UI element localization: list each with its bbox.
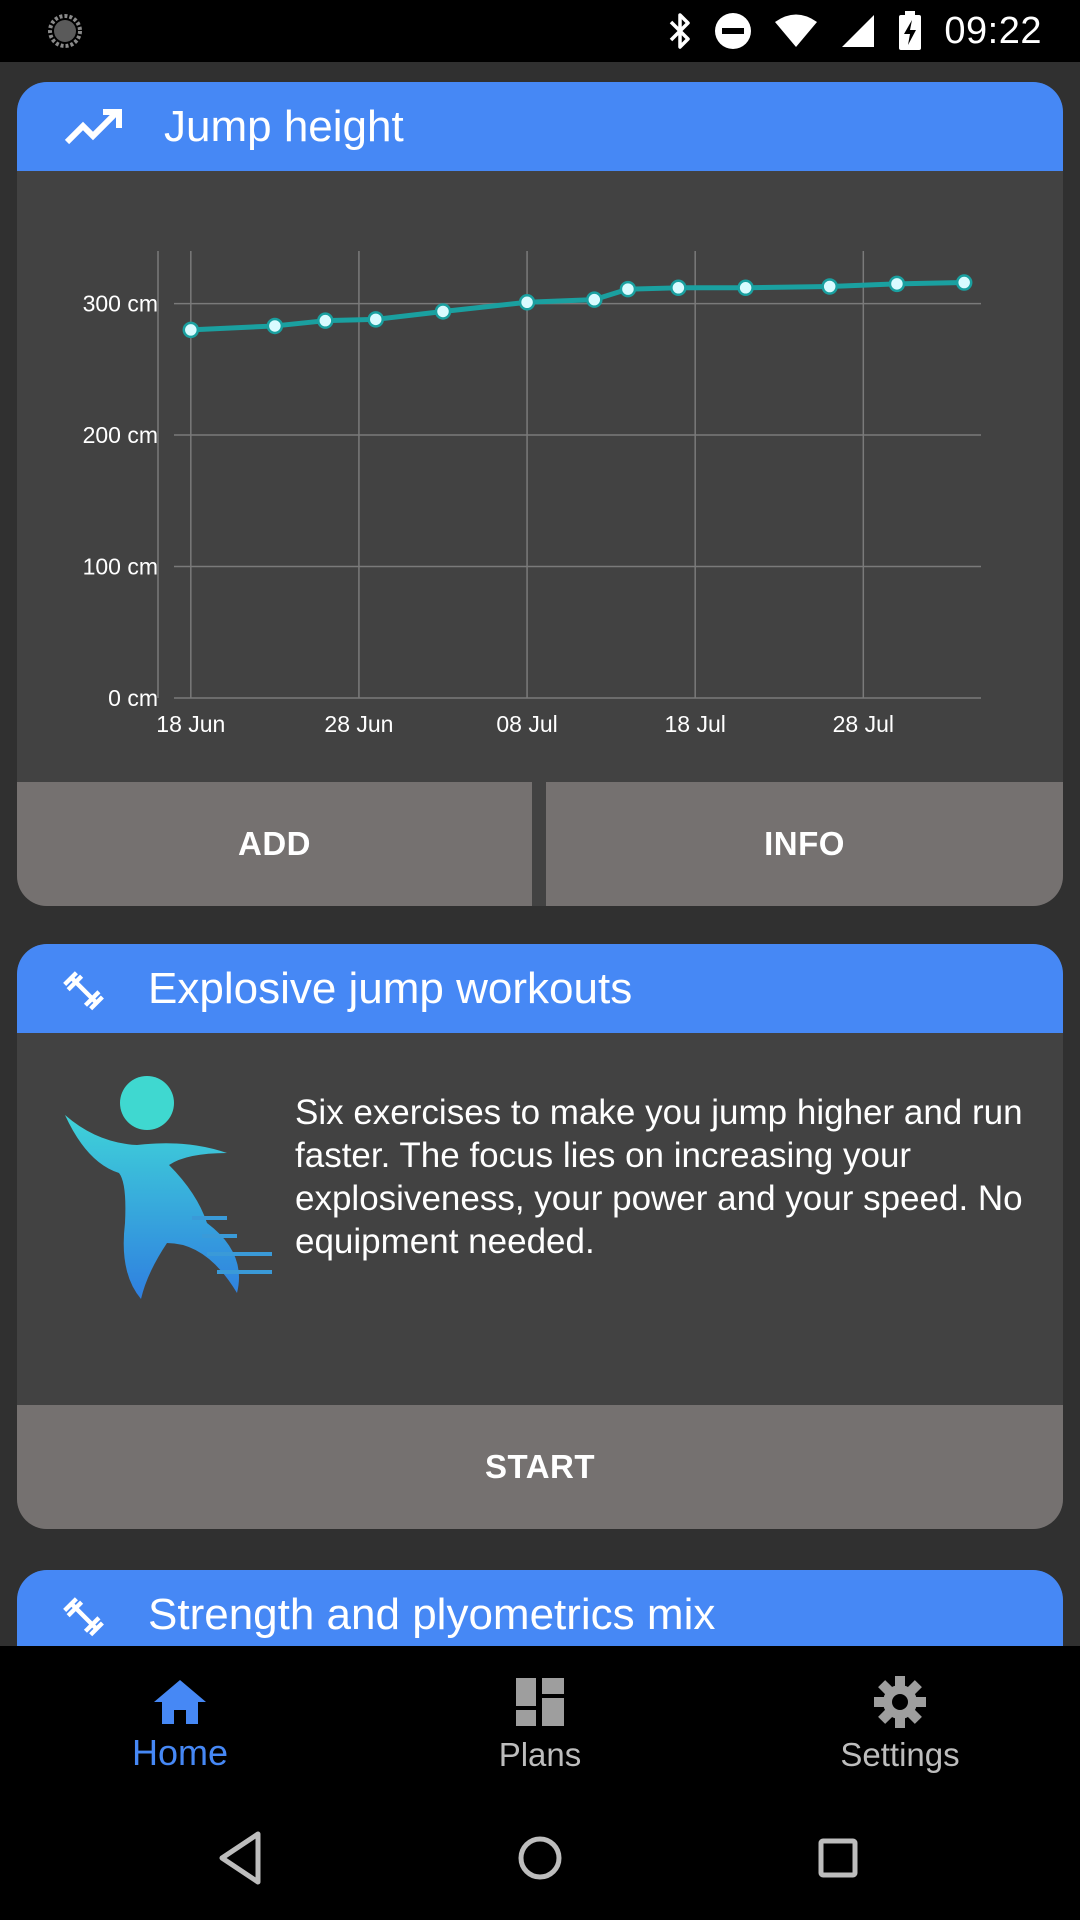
system-navigation-bar	[0, 1796, 1080, 1920]
data-point	[266, 317, 284, 335]
status-time: 09:22	[944, 9, 1042, 52]
jump-height-chart: 0 cm 100 cm 200 cm 300 cm 18 Jun 28 Jun 08 Jul…	[17, 171, 1063, 782]
data-point	[434, 303, 452, 320]
x-tick-label: 28 Jun	[324, 711, 393, 737]
start-button[interactable]: START	[17, 1405, 1063, 1529]
nav-home[interactable]: Home	[0, 1646, 360, 1796]
bluetooth-icon	[670, 13, 691, 49]
x-tick-label: 18 Jul	[665, 711, 726, 737]
x-tick-label: 08 Jul	[496, 711, 557, 737]
nav-settings-label: Settings	[840, 1736, 960, 1773]
workout-description: Six exercises to make you jump higher an…	[295, 1093, 1023, 1261]
strength-plyometrics-card[interactable]: Strength and plyometrics mix	[17, 1570, 1063, 1646]
strength-plyometrics-header: Strength and plyometrics mix	[17, 1570, 1063, 1646]
y-tick-label: 200 cm	[83, 422, 158, 448]
signal-icon	[842, 15, 875, 47]
y-tick-label: 300 cm	[83, 291, 158, 317]
home-icon	[154, 1680, 206, 1724]
sync-spinner-icon	[48, 14, 82, 48]
explosive-workout-title: Explosive jump workouts	[148, 963, 633, 1013]
back-icon[interactable]	[210, 1826, 274, 1890]
trending-up-icon	[64, 109, 122, 145]
info-button[interactable]: INFO	[546, 782, 1063, 906]
y-tick-label: 0 cm	[108, 685, 158, 711]
dashboard-icon	[516, 1678, 564, 1726]
battery-charging-icon	[899, 11, 922, 50]
status-icons: 09:22	[668, 0, 1042, 62]
workout-body: Six exercises to make you jump higher an…	[17, 1033, 1063, 1457]
nav-settings[interactable]: Settings	[720, 1646, 1080, 1796]
data-point	[821, 278, 838, 295]
explosive-workout-card: Explosive jump workouts Six exercises to…	[17, 944, 1063, 1529]
y-tick-label: 100 cm	[83, 554, 158, 580]
status-bar: 09:22	[0, 0, 1080, 62]
data-point	[619, 280, 637, 298]
recents-icon[interactable]	[806, 1826, 870, 1890]
home-feed[interactable]: Jump height 0 cm 100 cm 200 cm 300 cm 18 Jun…	[0, 62, 1080, 1646]
bottom-navigation: Home Plans Settings	[0, 1646, 1080, 1796]
explosive-workout-header: Explosive jump workouts	[17, 944, 1063, 1033]
data-point	[888, 275, 906, 293]
runner-illustration	[65, 1076, 272, 1299]
nav-plans[interactable]: Plans	[360, 1646, 720, 1796]
jump-height-card: Jump height 0 cm 100 cm 200 cm 300 cm 18 Jun…	[17, 82, 1063, 906]
dumbbell-icon	[63, 971, 104, 1011]
data-point	[670, 279, 687, 297]
series-line	[190, 280, 965, 333]
data-point	[737, 279, 754, 297]
data-point	[586, 291, 603, 308]
home-circle-icon[interactable]	[508, 1826, 572, 1890]
settings-gear-icon	[874, 1676, 926, 1728]
dumbbell-icon	[63, 1597, 104, 1637]
nav-home-label: Home	[131, 1732, 229, 1773]
wifi-icon	[775, 14, 818, 47]
strength-plyometrics-title: Strength and plyometrics mix	[148, 1589, 716, 1639]
x-tick-label: 18 Jun	[156, 711, 225, 737]
data-point	[518, 294, 536, 311]
chart-svg: 0 cm 100 cm 200 cm 300 cm 18 Jun 28 Jun 08 Jul…	[83, 251, 981, 737]
data-point	[182, 321, 200, 339]
data-point	[955, 274, 973, 291]
data-point	[367, 311, 384, 328]
jump-height-header: Jump height	[17, 82, 1063, 171]
x-tick-label: 28 Jul	[833, 711, 894, 737]
jump-height-title: Jump height	[164, 101, 404, 151]
add-button[interactable]: ADD	[17, 782, 532, 906]
data-point	[317, 312, 334, 329]
nav-plans-label: Plans	[498, 1736, 582, 1773]
do-not-disturb-icon	[715, 13, 752, 49]
